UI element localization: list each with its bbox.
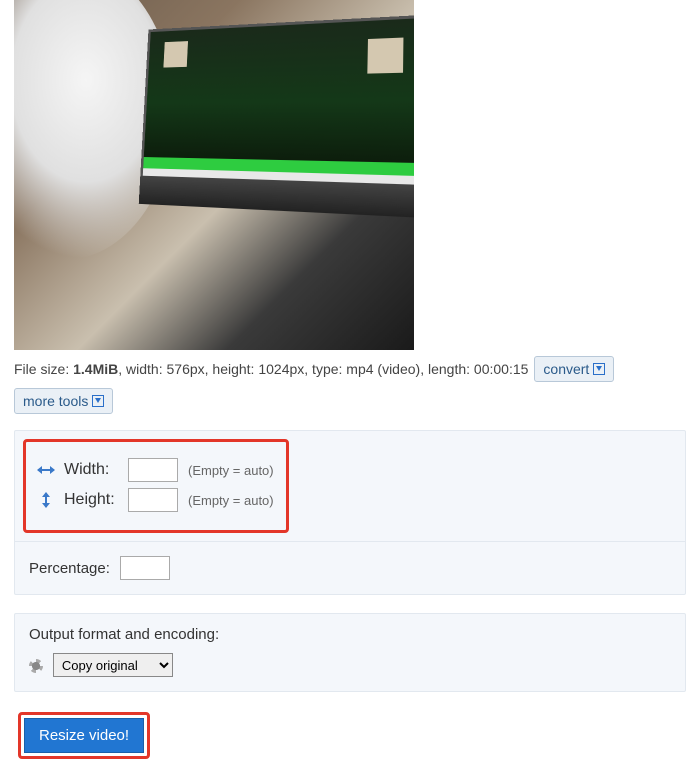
width-row: Width: (Empty = auto) [38, 458, 274, 482]
percentage-input[interactable] [120, 556, 170, 580]
height-row: Height: (Empty = auto) [38, 488, 274, 512]
height-input[interactable] [128, 488, 178, 512]
file-info-rest: , width: 576px, height: 1024px, type: mp… [118, 361, 528, 377]
dropdown-arrow-icon [593, 363, 605, 375]
video-preview[interactable] [14, 0, 414, 350]
percentage-label: Percentage: [29, 560, 110, 577]
width-hint: (Empty = auto) [188, 463, 274, 478]
page-root: File size: 1.4MiB, width: 576px, height:… [0, 0, 700, 777]
height-icon [38, 493, 54, 507]
file-info-row: File size: 1.4MiB, width: 576px, height:… [0, 350, 700, 426]
file-info-text: File size: 1.4MiB, width: 576px, height:… [14, 361, 528, 377]
height-label: Height: [64, 491, 118, 509]
convert-button[interactable]: convert [534, 356, 614, 382]
more-tools-button-label: more tools [23, 393, 88, 409]
dimensions-panel: Width: (Empty = auto) Height: (Empty = a… [14, 430, 686, 595]
more-tools-button[interactable]: more tools [14, 388, 113, 414]
width-input[interactable] [128, 458, 178, 482]
convert-button-label: convert [543, 361, 589, 377]
dropdown-arrow-icon [92, 395, 104, 407]
height-hint: (Empty = auto) [188, 493, 274, 508]
dimensions-highlight: Width: (Empty = auto) Height: (Empty = a… [23, 439, 289, 533]
gear-icon [29, 659, 43, 673]
output-panel: Output format and encoding: Copy origina… [14, 613, 686, 692]
submit-highlight: Resize video! [18, 712, 150, 759]
output-title: Output format and encoding: [29, 626, 671, 643]
file-size-value: 1.4MiB [73, 361, 118, 377]
width-label: Width: [64, 461, 118, 479]
percentage-row: Percentage: [15, 541, 685, 594]
width-icon [38, 463, 54, 477]
file-size-prefix: File size: [14, 361, 73, 377]
resize-video-button[interactable]: Resize video! [24, 718, 144, 753]
